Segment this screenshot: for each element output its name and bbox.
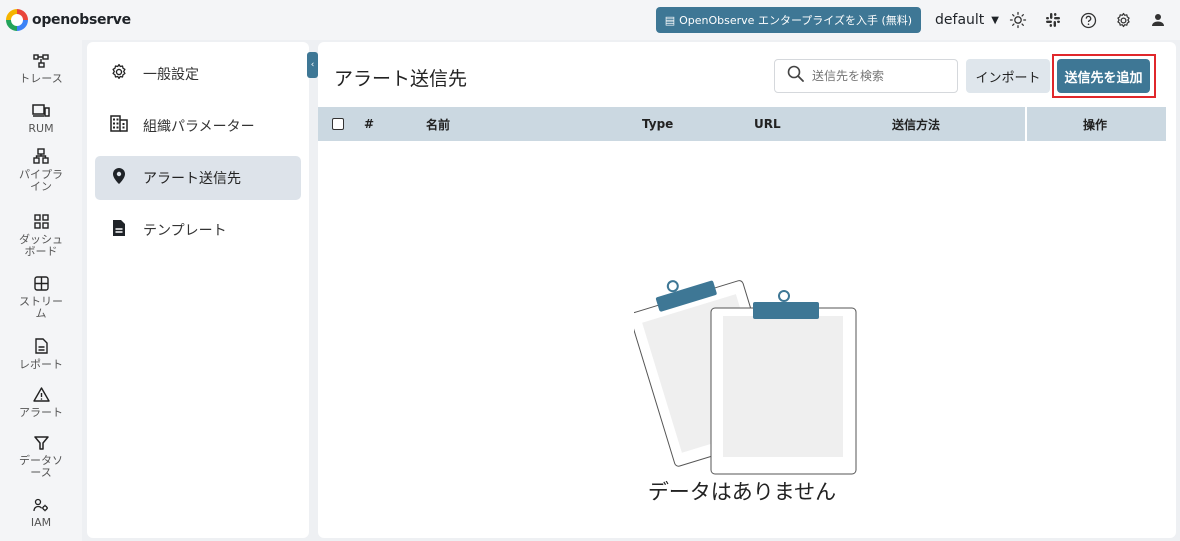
nav-label-iam: IAM [30,516,52,529]
left-navigation: トレース RUM パイプライン ダッシュボード ストリーム レポート アラート … [0,40,82,541]
report-icon [34,338,48,357]
location-pin-icon [107,167,131,190]
theme-toggle-icon[interactable] [1002,4,1034,36]
org-selector[interactable]: default ▼ [935,12,999,28]
document-icon [107,219,131,242]
help-icon[interactable] [1072,4,1104,36]
nav-label-rum: RUM [28,122,54,135]
column-header-url[interactable]: URL [754,107,781,141]
nav-item-alert[interactable]: アラート [0,387,82,419]
top-header: openobserve ▤ OpenObserve エンタープライズを入手 (無… [0,0,1180,40]
main-panel: アラート送信先 インポート 送信先を追加 # 名前 Type URL 送信方法 … [318,42,1176,538]
nav-label-streams: ストリーム [19,295,63,320]
column-header-index[interactable]: # [364,107,374,141]
search-icon [787,65,804,87]
nav-item-iam[interactable]: IAM [0,498,82,529]
nav-label-alert: アラート [19,406,63,419]
empty-state-message: データはありません [647,480,837,504]
iam-icon [33,498,49,515]
openobserve-logo-icon [6,9,28,31]
collapse-menu-button[interactable]: ‹ [307,52,318,78]
checkbox-icon [332,118,344,130]
import-button[interactable]: インポート [966,59,1050,93]
alert-icon [32,387,50,405]
traces-icon [33,54,49,71]
pipeline-icon [33,148,49,167]
user-icon[interactable] [1142,4,1174,36]
chevron-left-icon: ‹ [310,60,315,70]
nav-item-pipeline[interactable]: パイプライン [0,148,82,193]
column-header-name[interactable]: 名前 [426,107,450,141]
column-header-type[interactable]: Type [642,107,673,141]
datasource-icon [33,436,49,453]
menu-item-org-parameters[interactable]: 組織パラメーター [95,104,301,148]
logo[interactable]: openobserve [6,9,131,31]
search-field[interactable] [774,59,958,93]
menu-item-label: 一般設定 [143,67,199,83]
empty-clipboard-illustration [634,280,857,475]
menu-item-general-settings[interactable]: 一般設定 [95,52,301,96]
nav-label-report: レポート [19,358,63,371]
settings-menu: 一般設定 組織パラメーター アラート送信先 テンプレート [87,42,309,538]
menu-item-label: アラート送信先 [143,171,241,187]
logo-text: openobserve [32,12,131,28]
menu-item-label: テンプレート [143,223,227,239]
dashboard-icon [33,214,49,232]
enterprise-icon: ▤ [664,13,676,27]
caret-down-icon: ▼ [991,14,999,26]
nav-label-pipeline: パイプライン [19,168,63,193]
nav-item-traces[interactable]: トレース [0,54,82,85]
nav-label-datasource: データソース [19,454,63,479]
page-title: アラート送信先 [334,68,468,90]
table-header: # 名前 Type URL 送信方法 操作 [318,107,1166,141]
nav-item-streams[interactable]: ストリーム [0,276,82,320]
header-actions: ▤ OpenObserve エンタープライズを入手 (無料) default ▼ [655,0,1174,40]
nav-label-traces: トレース [19,72,63,85]
nav-item-dashboard[interactable]: ダッシュボード [0,214,82,258]
nav-item-datasource[interactable]: データソース [0,436,82,479]
org-selector-value: default [935,12,985,28]
enterprise-button[interactable]: ▤ OpenObserve エンタープライズを入手 (無料) [655,7,922,33]
menu-item-alert-destinations[interactable]: アラート送信先 [95,156,301,200]
menu-item-templates[interactable]: テンプレート [95,208,301,252]
slack-icon[interactable] [1037,4,1069,36]
streams-icon [33,276,49,294]
column-header-actions: 操作 [1083,117,1108,132]
nav-item-report[interactable]: レポート [0,338,82,371]
select-all-checkbox[interactable] [332,107,344,141]
nav-item-rum[interactable]: RUM [0,104,82,135]
menu-item-label: 組織パラメーター [143,119,255,135]
building-icon [107,115,131,137]
enterprise-button-label: OpenObserve エンタープライズを入手 (無料) [679,14,913,27]
search-input[interactable] [812,69,942,83]
rum-icon [32,104,50,121]
add-destination-button[interactable]: 送信先を追加 [1057,59,1150,93]
nav-label-dashboard: ダッシュボード [19,233,63,258]
settings-icon[interactable] [1107,4,1139,36]
column-header-method[interactable]: 送信方法 [892,107,940,141]
column-divider [1025,107,1027,141]
gear-icon [107,63,131,86]
